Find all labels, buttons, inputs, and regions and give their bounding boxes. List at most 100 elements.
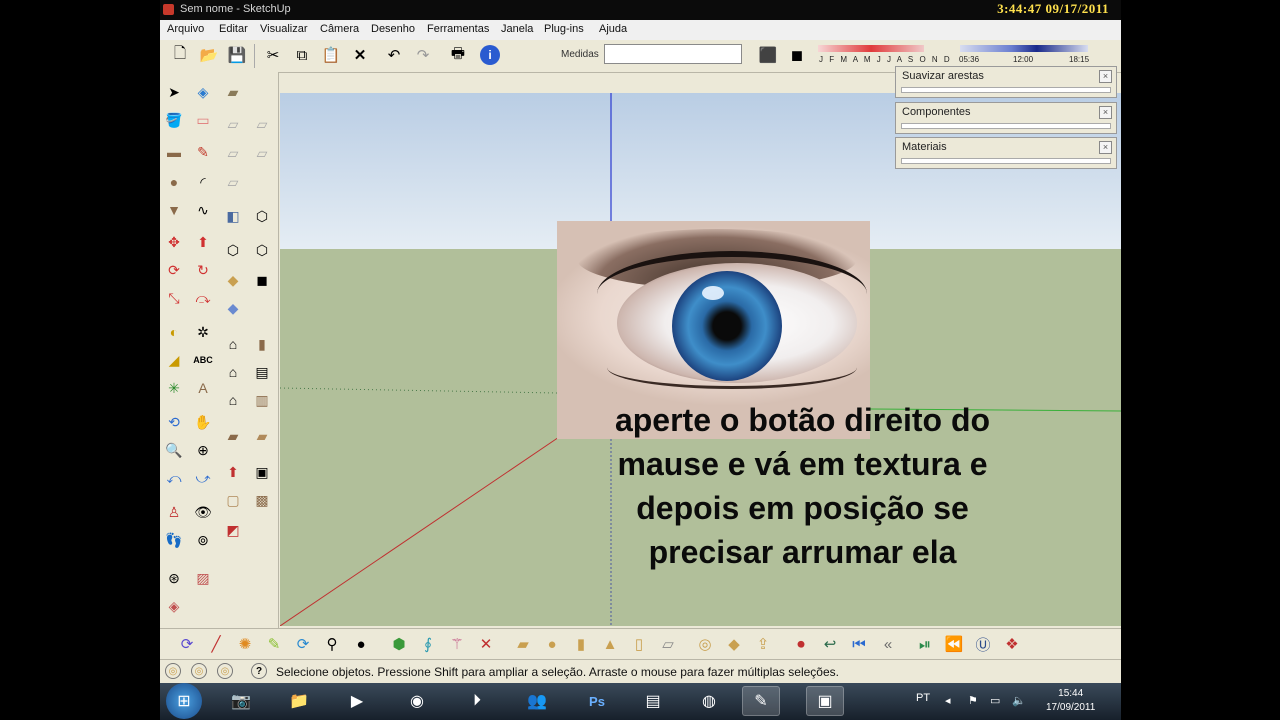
position-camera-icon[interactable]: ♙ <box>162 500 186 524</box>
zoom-icon[interactable]: 🔍 <box>162 438 186 462</box>
pan-hand-icon[interactable]: ✋ <box>191 410 215 434</box>
stairs-icon[interactable]: ▥ <box>250 388 274 412</box>
text-abc-icon[interactable]: ABC <box>191 348 215 372</box>
group-icon[interactable]: ▰ <box>221 80 245 104</box>
box-primitive-icon[interactable]: ▰ <box>510 631 536 657</box>
close-icon[interactable]: × <box>1099 141 1112 154</box>
close-icon[interactable]: × <box>1099 70 1112 83</box>
spring-icon[interactable]: ∮ <box>415 631 441 657</box>
move-icon[interactable]: ✥ <box>162 230 186 254</box>
eraser-icon[interactable]: ▭ <box>191 108 215 132</box>
offset-icon[interactable]: ⤼ <box>191 286 215 310</box>
close-icon[interactable]: × <box>1099 106 1112 119</box>
green-gem-icon[interactable]: ⬢ <box>386 631 412 657</box>
display-shadows-icon[interactable]: ◼ <box>785 43 809 67</box>
black-dot-icon[interactable]: ● <box>348 631 374 657</box>
panel-collapse-bar[interactable] <box>901 87 1111 93</box>
print-icon[interactable]: 🖶 <box>446 43 470 67</box>
chrome-icon[interactable]: ◍ <box>690 686 728 716</box>
material-tool-icon[interactable]: ◆ <box>721 631 747 657</box>
new-file-icon[interactable]: 🗋 <box>168 43 192 67</box>
cylinder-primitive-icon[interactable]: ▮ <box>568 631 594 657</box>
sandbox-pencil-icon[interactable]: ✎ <box>261 631 287 657</box>
roof-icon[interactable]: ⌂ <box>221 388 245 412</box>
menu-editar[interactable]: Editar <box>219 23 248 35</box>
help-question-icon[interactable]: ? <box>251 663 267 679</box>
look-around-eye-icon[interactable]: 👁 <box>191 500 215 524</box>
line-pencil-icon[interactable]: ✎ <box>191 140 215 164</box>
cross-icon[interactable]: ✕ <box>473 631 499 657</box>
copy-icon[interactable]: ⧉ <box>290 43 314 67</box>
geo-location-icon[interactable]: ◎ <box>165 663 181 679</box>
xray-style-icon[interactable]: ◧ <box>221 204 245 228</box>
panel-materiais[interactable]: Materiais × <box>895 137 1117 169</box>
shadow-month-slider[interactable] <box>818 45 924 52</box>
cut-icon[interactable]: ✂ <box>261 43 285 67</box>
open-file-icon[interactable]: 📂 <box>197 43 221 67</box>
photoshop-icon[interactable]: Ps <box>578 686 616 716</box>
tray-network-icon[interactable]: ▭ <box>990 694 1000 707</box>
media-player-icon[interactable]: ▶ <box>338 686 376 716</box>
section-plane-icon[interactable]: ⊚ <box>191 528 215 552</box>
window-icon[interactable]: ▤ <box>250 360 274 384</box>
orbit-icon[interactable]: ⟲ <box>162 410 186 434</box>
hidden-line-style-icon[interactable]: ⬡ <box>221 238 245 262</box>
rotate-icon[interactable]: ⟳ <box>162 258 186 282</box>
scale-icon[interactable]: ⤡ <box>162 286 186 310</box>
delete-icon[interactable]: ✕ <box>348 43 372 67</box>
wand-icon[interactable]: ⚚ <box>444 631 470 657</box>
follow-me-icon[interactable]: ↻ <box>191 258 215 282</box>
tray-arrow-icon[interactable]: ◂ <box>945 694 951 707</box>
previous-view-icon[interactable]: ⤺ <box>162 466 186 490</box>
menu-arquivo[interactable]: Arquivo <box>167 23 204 35</box>
menu-plugins[interactable]: Plug-ins <box>544 23 584 35</box>
polygon-icon[interactable]: ▼ <box>162 198 186 222</box>
back-arrow-icon[interactable]: ↩ <box>817 631 843 657</box>
shaded-textures-style-icon[interactable]: ◆ <box>221 268 245 292</box>
menu-ajuda[interactable]: Ajuda <box>599 23 627 35</box>
zoom-window-icon[interactable]: ⊕ <box>191 438 215 462</box>
shaded-blue-style-icon[interactable]: ◆ <box>221 296 245 320</box>
model-info-icon[interactable]: i <box>480 45 500 65</box>
paint-bucket-icon[interactable]: 🪣 <box>162 108 186 132</box>
sandbox-rotate-icon[interactable]: ⟳ <box>174 631 200 657</box>
select-arrow-icon[interactable]: ➤ <box>162 80 186 104</box>
ruby-gems-icon[interactable]: ❖ <box>999 631 1025 657</box>
sign-in-icon[interactable]: ◎ <box>217 663 233 679</box>
undo-icon[interactable]: ↶ <box>382 43 406 67</box>
rewind-icon[interactable]: « <box>875 631 901 657</box>
notes-app-icon[interactable]: ▤ <box>634 686 672 716</box>
ui-icon[interactable]: Ⓤ <box>970 631 996 657</box>
monochrome-style-icon[interactable]: ◼ <box>250 268 274 292</box>
menu-desenho[interactable]: Desenho <box>371 23 415 35</box>
taskbar-clock[interactable]: 15:44 17/09/2011 <box>1046 687 1095 715</box>
stamp-icon[interactable]: ▣ <box>250 460 274 484</box>
play-icon[interactable]: ⏯ <box>912 631 938 657</box>
component-options-icon[interactable]: ▨ <box>191 566 215 590</box>
sandbox-scratch-icon[interactable]: ▰ <box>250 424 274 448</box>
explorer-icon[interactable]: 📁 <box>280 686 318 716</box>
paste-icon[interactable]: 📋 <box>319 43 343 67</box>
warehouse-icon[interactable]: ⌂ <box>221 332 245 356</box>
menu-janela[interactable]: Janela <box>501 23 533 35</box>
credits-icon[interactable]: ◎ <box>191 663 207 679</box>
circle-icon[interactable]: ● <box>162 170 186 194</box>
3d-text-icon[interactable]: A <box>191 376 215 400</box>
cone-primitive-icon[interactable]: ▲ <box>597 631 623 657</box>
panel-collapse-bar[interactable] <box>901 123 1111 129</box>
protractor-icon[interactable]: ◢ <box>162 348 186 372</box>
panel-collapse-bar[interactable] <box>901 158 1111 164</box>
sandbox-line-icon[interactable]: ╱ <box>203 631 229 657</box>
torus-primitive-icon[interactable]: ◎ <box>692 631 718 657</box>
plane-primitive-icon[interactable]: ▱ <box>655 631 681 657</box>
wireframe-style-icon[interactable]: ⬡ <box>250 204 274 228</box>
record-icon[interactable]: ⏺ <box>788 631 814 657</box>
smoove-icon[interactable]: ⬆ <box>221 460 245 484</box>
messenger-icon[interactable]: 👥 <box>518 686 556 716</box>
component-attributes-icon[interactable]: ◈ <box>162 594 186 618</box>
sphere-primitive-icon[interactable]: ● <box>539 631 565 657</box>
panel-suavizar-arestas[interactable]: Suavizar arestas × <box>895 66 1117 98</box>
drape-icon[interactable]: ▢ <box>221 488 245 512</box>
view-top-icon[interactable]: ▱ <box>250 112 274 136</box>
language-indicator[interactable]: PT <box>916 692 930 704</box>
